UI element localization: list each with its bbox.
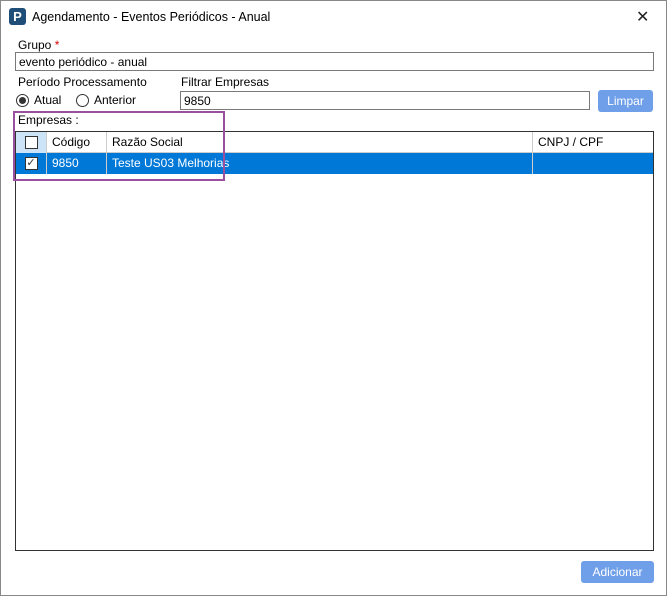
radio-selected-icon: [16, 93, 29, 107]
window-title: Agendamento - Eventos Periódicos - Anual: [32, 10, 271, 24]
radio-anterior-label: Anterior: [94, 93, 137, 107]
close-icon[interactable]: ✕: [636, 7, 649, 27]
title-bar: P Agendamento - Eventos Periódicos - Anu…: [1, 1, 666, 33]
radio-unselected-icon: [76, 93, 89, 107]
grupo-input[interactable]: evento periódico - anual: [15, 52, 654, 71]
filtro-label: Filtrar Empresas: [181, 75, 270, 89]
radio-atual[interactable]: Atual: [16, 93, 61, 107]
grupo-label: Grupo *: [18, 38, 60, 52]
adicionar-button[interactable]: Adicionar: [581, 561, 654, 583]
app-logo-icon: P: [9, 8, 26, 25]
radio-anterior[interactable]: Anterior: [76, 93, 136, 107]
cell-cnpj: [533, 153, 653, 174]
empresas-grid: Código Razão Social CNPJ / CPF ✓ 9850 Te…: [15, 131, 654, 551]
limpar-button[interactable]: Limpar: [598, 90, 653, 112]
required-mark: *: [54, 38, 60, 52]
radio-atual-label: Atual: [34, 93, 62, 107]
periodo-label: Período Processamento: [18, 75, 147, 89]
filtro-input[interactable]: 9850: [180, 91, 590, 110]
column-cnpj[interactable]: CNPJ / CPF: [533, 132, 653, 153]
highlight-box: [13, 111, 225, 181]
dialog-window: P Agendamento - Eventos Periódicos - Anu…: [0, 0, 667, 596]
